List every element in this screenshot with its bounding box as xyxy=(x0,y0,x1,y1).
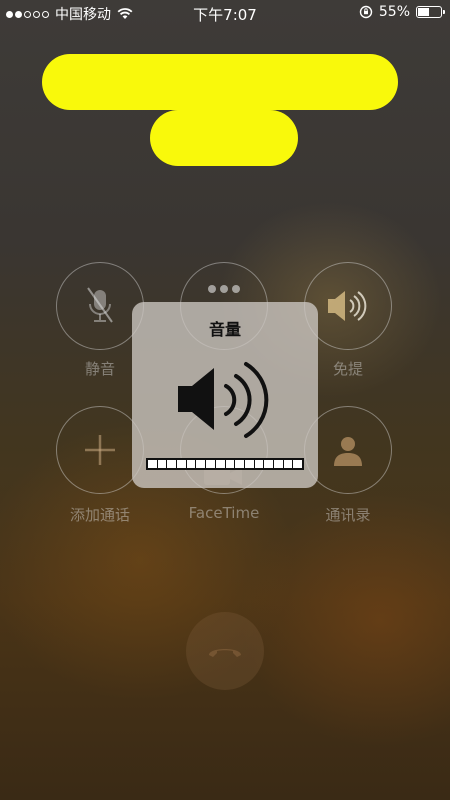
volume-segment xyxy=(196,460,206,468)
redacted-caller-name xyxy=(42,54,398,110)
volume-segment xyxy=(148,460,157,468)
add-call-button[interactable] xyxy=(56,406,144,494)
volume-segment xyxy=(293,460,302,468)
volume-speaker-icon xyxy=(178,362,269,438)
volume-hud: 音量 xyxy=(132,302,318,488)
battery-percent: 55% xyxy=(378,4,410,20)
volume-segment xyxy=(254,460,264,468)
volume-segment xyxy=(186,460,196,468)
orientation-lock-icon xyxy=(359,5,373,19)
contacts-label: 通讯录 xyxy=(325,506,371,524)
battery-fill xyxy=(418,8,429,16)
mic-muted-icon xyxy=(87,287,113,323)
volume-segment xyxy=(273,460,283,468)
status-bar: 中国移动 下午7:07 55% xyxy=(0,0,450,26)
volume-segment xyxy=(167,460,177,468)
add-call-label: 添加通话 xyxy=(69,506,130,524)
keypad-icon xyxy=(208,285,240,293)
plus-icon xyxy=(85,435,115,465)
volume-segment xyxy=(264,460,273,468)
speaker-icon xyxy=(328,291,367,321)
volume-level-bar xyxy=(146,458,304,470)
phone-hangup-icon xyxy=(209,649,241,657)
volume-segment xyxy=(177,460,186,468)
volume-segment xyxy=(244,460,254,468)
volume-segment xyxy=(215,460,225,468)
mute-button[interactable] xyxy=(56,262,144,350)
volume-segment xyxy=(283,460,293,468)
volume-segment xyxy=(157,460,167,468)
battery-icon xyxy=(416,6,445,18)
volume-segment xyxy=(235,460,244,468)
status-right: 55% xyxy=(359,4,445,20)
facetime-label: FaceTime xyxy=(188,504,260,522)
volume-segment xyxy=(206,460,215,468)
redacted-call-status xyxy=(150,110,298,166)
contacts-icon xyxy=(334,437,362,466)
volume-hud-title: 音量 xyxy=(208,320,241,339)
end-call-button[interactable] xyxy=(186,612,264,690)
volume-segment xyxy=(225,460,235,468)
